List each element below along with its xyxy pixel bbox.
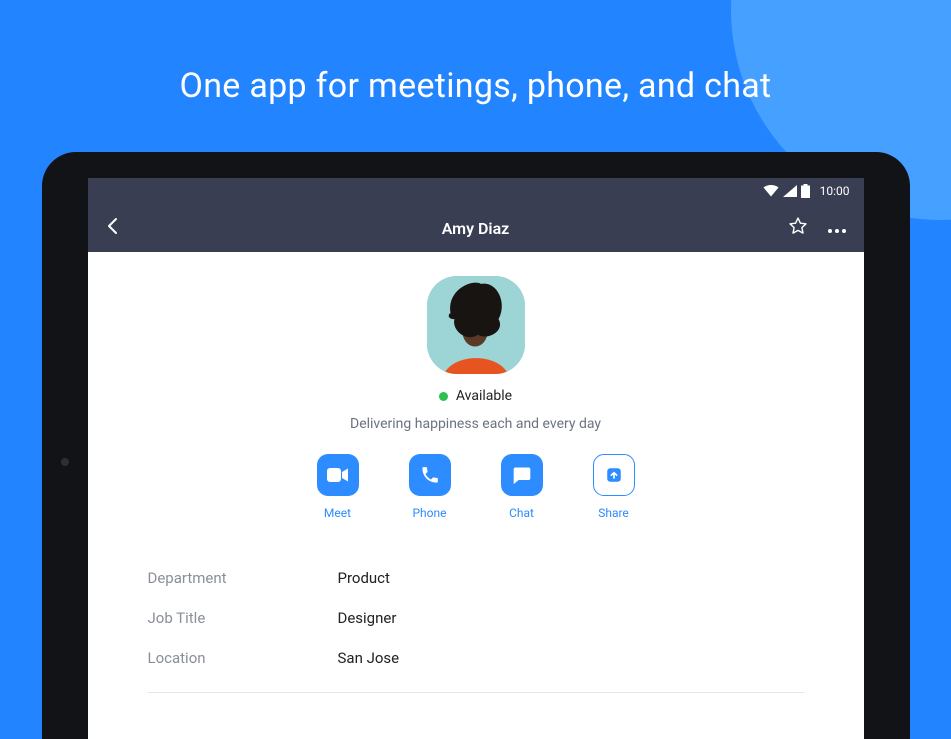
location-label: Location xyxy=(148,649,338,667)
phone-icon xyxy=(409,454,451,496)
chat-icon xyxy=(501,454,543,496)
location-value: San Jose xyxy=(338,649,400,667)
chat-button[interactable]: Chat xyxy=(501,454,543,520)
avatar-image xyxy=(427,276,525,374)
chat-label: Chat xyxy=(509,506,534,520)
phone-label: Phone xyxy=(412,506,446,520)
profile-content: Available Delivering happiness each and … xyxy=(88,252,864,693)
action-row: Meet Phone Chat xyxy=(88,454,864,520)
favorite-button[interactable] xyxy=(788,216,808,240)
cellular-icon xyxy=(783,185,797,197)
page-title: Amy Diaz xyxy=(88,219,864,238)
share-label: Share xyxy=(598,506,629,520)
meet-button[interactable]: Meet xyxy=(317,454,359,520)
profile-tagline: Delivering happiness each and every day xyxy=(88,416,864,432)
job-title-label: Job Title xyxy=(148,609,338,627)
share-button[interactable]: Share xyxy=(593,454,635,520)
avatar[interactable] xyxy=(427,276,525,374)
job-title-value: Designer xyxy=(338,609,397,627)
status-bar: 10:00 xyxy=(88,178,864,204)
meet-label: Meet xyxy=(324,506,351,520)
details-section: Department Product Job Title Designer Lo… xyxy=(148,558,804,693)
screen: 10:00 Amy Diaz xyxy=(88,178,864,739)
presence-dot-icon xyxy=(439,392,448,401)
battery-icon xyxy=(801,184,810,198)
video-icon xyxy=(317,454,359,496)
department-value: Product xyxy=(338,569,390,587)
wifi-icon xyxy=(763,185,779,197)
presence-text: Available xyxy=(456,388,512,404)
detail-row-location: Location San Jose xyxy=(148,638,804,678)
more-icon xyxy=(828,228,846,234)
share-icon xyxy=(593,454,635,496)
tablet-camera xyxy=(61,458,69,466)
header: Amy Diaz xyxy=(88,204,864,252)
back-button[interactable] xyxy=(106,217,118,239)
promo-tagline: One app for meetings, phone, and chat xyxy=(0,66,951,106)
tablet-frame: 10:00 Amy Diaz xyxy=(42,152,910,739)
status-time: 10:00 xyxy=(820,184,850,198)
department-label: Department xyxy=(148,569,338,587)
phone-button[interactable]: Phone xyxy=(409,454,451,520)
detail-row-department: Department Product xyxy=(148,558,804,598)
presence-row: Available xyxy=(88,388,864,404)
star-icon xyxy=(788,216,808,236)
more-button[interactable] xyxy=(828,219,846,238)
detail-row-job-title: Job Title Designer xyxy=(148,598,804,638)
